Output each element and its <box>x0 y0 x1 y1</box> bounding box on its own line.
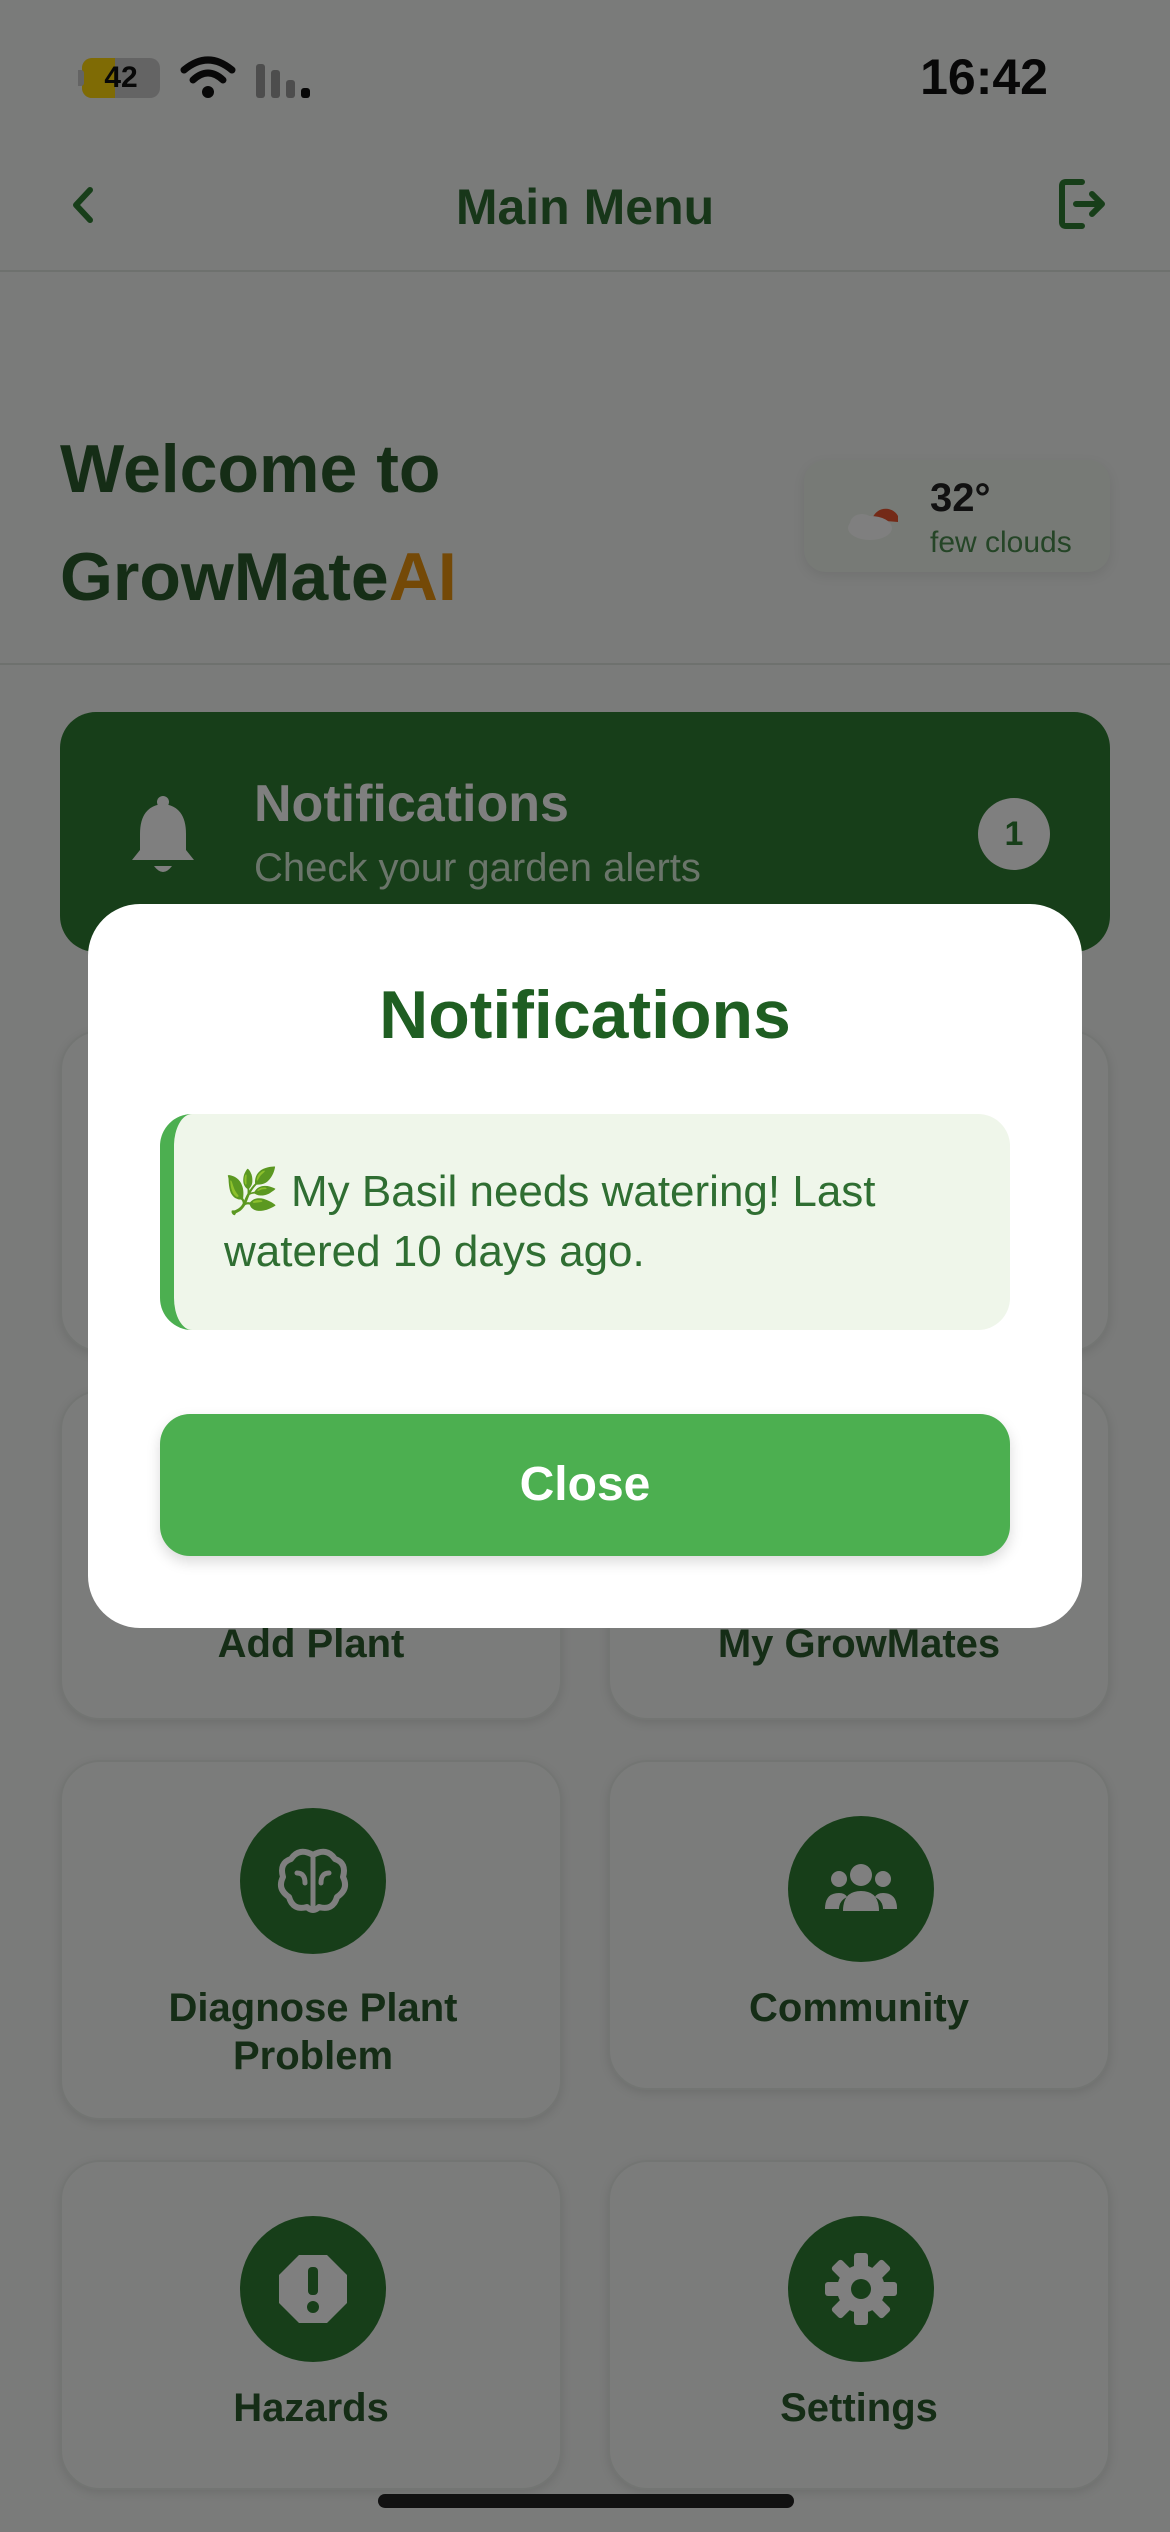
modal-title: Notifications <box>379 977 791 1053</box>
notification-message: 🌿 My Basil needs watering! Last watered … <box>224 1167 876 1276</box>
close-button[interactable]: Close <box>160 1414 1010 1556</box>
home-indicator[interactable] <box>378 2494 794 2508</box>
notifications-modal: Notifications 🌿 My Basil needs watering!… <box>88 904 1082 1628</box>
notification-item: 🌿 My Basil needs watering! Last watered … <box>160 1114 1010 1330</box>
main-menu-screen: 42 16:42 Main Menu Welcome to GrowMateAI <box>0 0 1170 2532</box>
